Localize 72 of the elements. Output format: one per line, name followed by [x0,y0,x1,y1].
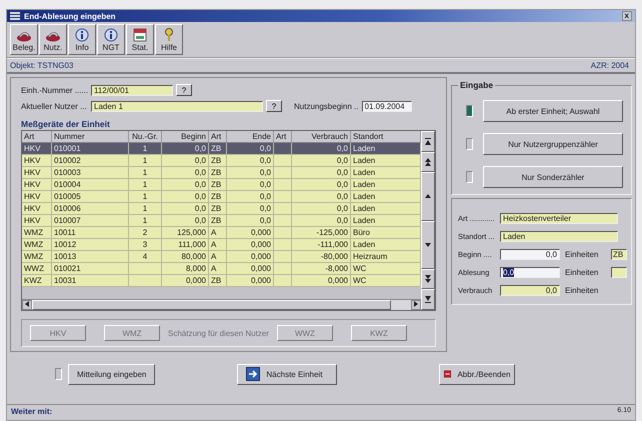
reading-field[interactable]: 0,0 [500,267,560,278]
up-arrow-icon [425,194,431,198]
lookup-button[interactable]: ? [266,100,282,112]
vertical-scrollbar[interactable] [421,131,435,310]
info-icon [75,28,89,42]
start-date-field[interactable]: 01.09.2004 [362,100,412,112]
left-arrow-icon [25,301,29,307]
table-cell: 0,000 [227,275,274,287]
table-cell: 10031 [52,275,129,287]
table-row[interactable]: HKV 010001 1 0,0 ZB 0,0 0,0 Laden [22,143,421,155]
table-cell: KWZ [22,275,52,287]
last-icon [425,296,431,304]
toolbar-button[interactable]: Info [68,24,96,55]
unit-number-label: Einh.-Nummer ...... [21,86,90,94]
table-row[interactable]: HKV 010007 1 0,0 ZB 0,0 0,0 Laden [22,215,421,227]
info-icon [104,28,118,42]
page-up-icon [425,158,431,166]
table-title: Meßgeräte der Einheit [21,119,111,129]
period-label: AZR: 2004 [590,61,629,70]
right-arrow-icon [414,301,418,307]
toolbar-button[interactable]: Hilfe [155,24,183,55]
table-cell: 0,000 [292,275,351,287]
status-text: Weiter mit: [11,407,52,418]
close-button[interactable]: x [622,11,632,21]
unit-label: Einheiten [565,286,600,295]
table-row[interactable]: HKV 010003 1 0,0 ZB 0,0 0,0 Laden [22,167,421,179]
unit-label: Einheiten [565,268,600,277]
first-icon [425,138,431,145]
code-field[interactable] [611,267,627,278]
toolbar-button[interactable]: Beleg. [10,24,38,55]
start-field[interactable]: 0,0 [500,249,560,260]
table-row[interactable]: WMZ 10012 3 111,000 A 0,000 -111,000 Laden [22,239,421,251]
next-unit-button[interactable]: Nächste Einheit [237,364,338,384]
type-field[interactable]: Heizkostenverteiler [500,213,618,224]
table-row[interactable]: HKV 010004 1 0,0 ZB 0,0 0,0 Laden [22,179,421,191]
page-down-icon [425,275,431,284]
cancel-button[interactable]: Abbr./Beenden [439,364,516,384]
code-field[interactable]: ZB [611,249,627,260]
down-arrow-icon [425,242,431,247]
user-field[interactable]: Laden 1 [91,100,263,112]
message-button[interactable]: Mitteilung eingeben [68,364,156,384]
user-label: Aktueller Nutzer ... [21,102,88,110]
horizontal-scrollbar[interactable] [22,299,421,310]
toolbar-button[interactable]: NGT [97,24,125,55]
estimate-label: Schätzung für diesen Nutzer [168,328,269,338]
window-title: End-Ablesung eingeben [24,12,116,20]
toolbar-button[interactable]: Nutz. [39,24,67,55]
arrow-icon [246,367,260,381]
key-icon [164,28,174,42]
window-icon [10,12,20,20]
option-button[interactable]: Nur Nutzergruppenzähler [483,133,623,155]
table-row[interactable]: HKV 010005 1 0,0 ZB 0,0 0,0 Laden [22,191,421,203]
usage-field[interactable]: 0,0 [500,285,560,296]
option-button[interactable]: Nur Sonderzähler [483,166,623,188]
location-field[interactable]: Laden [500,231,618,242]
group-title: Eingabe [458,80,496,90]
option-button[interactable]: Ab erster Einheit; Auswahl [483,100,623,122]
table-row[interactable]: KWZ 10031 0,000 ZB 0,000 0,000 WC [22,275,421,287]
lookup-button[interactable]: ? [176,84,192,96]
table-cell: ZB [209,275,227,287]
unit-number-field[interactable]: 112/00/01 [91,84,173,96]
table-row[interactable]: HKV 010002 1 0,0 ZB 0,0 0,0 Laden [22,155,421,167]
toolbar-button[interactable]: Stat. [126,24,154,55]
table-row[interactable]: WMZ 10013 4 80,000 A 0,000 -80,000 Heizraum [22,251,421,263]
table-row[interactable]: HKV 010006 1 0,0 ZB 0,0 0,0 Laden [22,203,421,215]
table-row[interactable]: WWZ 010021 8,000 A 0,000 -8,000 WC [22,263,421,275]
start-date-label: Nutzungsbeginn .. [294,102,358,110]
unit-label: Einheiten [565,250,600,259]
table-cell: 0,000 [162,275,209,287]
object-label: Objekt: TSTNG03 [10,61,74,70]
calendar-icon [133,28,147,42]
table-row[interactable]: WMZ 10011 2 125,000 A 0,000 -125,000 Büro [22,227,421,239]
